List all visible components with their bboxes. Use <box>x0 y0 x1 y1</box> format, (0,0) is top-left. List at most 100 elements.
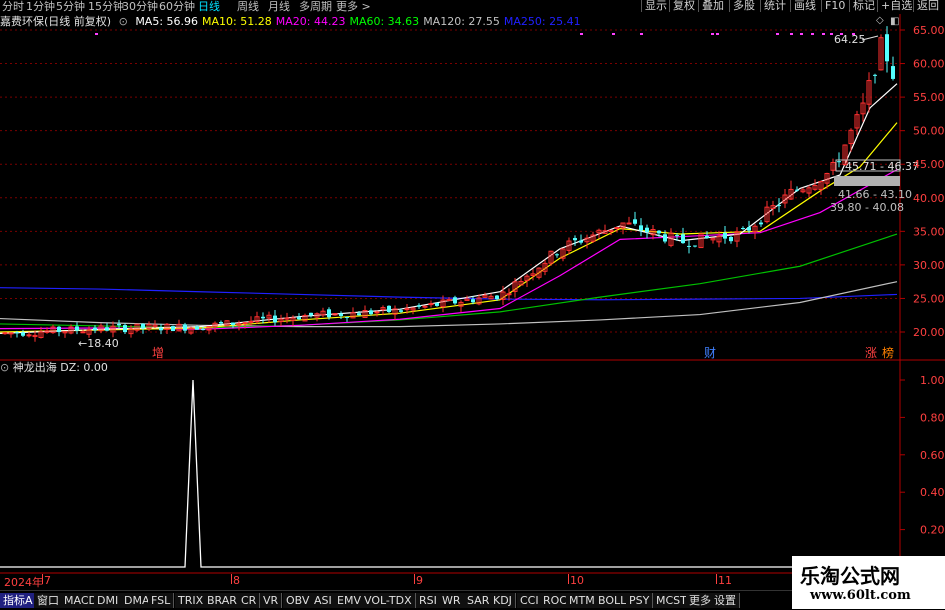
candle-body <box>242 322 248 325</box>
candle-body <box>471 299 475 303</box>
candle-body <box>369 310 373 315</box>
high-price-label: 64.25 <box>834 33 866 46</box>
candle-body <box>645 227 649 233</box>
dz-line <box>0 379 900 568</box>
candle-body <box>657 230 661 234</box>
price-tick-4: 45.00 <box>913 158 945 171</box>
indicator-tab-14[interactable]: RSI <box>416 593 441 608</box>
candle-body <box>705 235 709 238</box>
candle-body <box>675 235 679 237</box>
candle-body <box>399 310 403 312</box>
indicator-tab-16[interactable]: SAR <box>464 593 494 608</box>
date-tick-mark <box>414 574 415 584</box>
signal-dot <box>790 33 793 35</box>
settings-icon[interactable]: ⊙ <box>0 361 9 374</box>
candle-body <box>105 327 109 331</box>
candle-body <box>2 332 8 335</box>
candle-body <box>639 225 643 231</box>
indicator-tab-21[interactable]: BOLL <box>595 593 631 608</box>
price-tick-0: 65.00 <box>913 24 945 37</box>
low-price-label: ←18.40 <box>78 337 119 350</box>
price-range-3: 39.80 - 40.08 <box>830 201 904 214</box>
candle-body <box>327 309 331 318</box>
indicator-tab-11[interactable]: ASI <box>311 593 336 608</box>
candle-body <box>747 227 751 231</box>
indicator-tab-8[interactable]: CR <box>238 593 261 608</box>
signal-dot <box>716 33 719 35</box>
candle-body <box>555 254 559 256</box>
indicator-tick-4: 0.20 <box>920 524 945 537</box>
indicator-tab-10[interactable]: OBV <box>283 593 314 608</box>
candle-body <box>404 308 410 311</box>
watermark: 乐淘公式网 www.60lt.com <box>792 556 945 609</box>
event-marker-zhang: 涨 <box>865 345 877 360</box>
candle-body <box>201 329 205 331</box>
candle-body <box>195 326 199 330</box>
signal-dot <box>580 33 583 35</box>
candle-body <box>159 327 163 331</box>
price-tick-1: 60.00 <box>913 58 945 71</box>
price-tick-5: 40.00 <box>913 192 945 205</box>
candle-body <box>93 327 97 331</box>
candle-body <box>8 332 14 335</box>
candle-body <box>80 331 86 334</box>
indicator-tick-2: 0.60 <box>920 449 945 462</box>
candle-body <box>248 320 254 323</box>
date-tick-1: 7 <box>44 574 51 587</box>
candle-body <box>693 245 697 247</box>
candle-body <box>885 34 889 62</box>
diamond-icon: ◇ <box>876 15 884 26</box>
candle-body <box>837 161 841 163</box>
date-tick-5: 11 <box>718 574 732 587</box>
indicator-tab-15[interactable]: WR <box>439 593 465 608</box>
date-tick-mark <box>568 574 569 584</box>
indicator-tab-1[interactable]: 窗口 <box>34 593 63 608</box>
candle-body <box>273 315 277 323</box>
candle-body <box>428 303 434 306</box>
candle-body <box>891 66 895 79</box>
indicator-tab-17[interactable]: KDJ <box>490 593 516 608</box>
candle-body <box>687 245 691 247</box>
date-tick-mark <box>716 574 717 584</box>
candle-body <box>495 295 499 300</box>
window-icon: ◧ <box>890 16 899 27</box>
signal-dot <box>800 33 803 35</box>
date-tick-4: 10 <box>570 574 584 587</box>
candle-body <box>446 299 452 302</box>
signal-dot <box>612 33 615 35</box>
signal-dot <box>830 33 833 35</box>
candle-body <box>506 293 512 296</box>
candle-body <box>573 238 577 241</box>
indicator-tab-13[interactable]: VOL-TDX <box>361 593 416 608</box>
candle-body <box>57 326 61 333</box>
kline-chart[interactable]: 64.25 ←18.40 45.71 - 46.37 41.66 - 43.1039.… <box>0 0 945 609</box>
indicator-tab-0[interactable]: 指标A <box>0 593 37 608</box>
candle-body <box>171 326 175 332</box>
signal-dot <box>95 33 98 35</box>
candle-body <box>626 222 632 225</box>
indicator-tab-7[interactable]: BRAR <box>204 593 241 608</box>
indicator-tab-20[interactable]: MTM <box>566 593 599 608</box>
indicator-tab-3[interactable]: DMI <box>94 593 123 608</box>
date-tick-mark <box>231 574 232 584</box>
indicator-tab-25[interactable]: 设置 <box>711 593 740 608</box>
candle-body <box>297 317 301 320</box>
signal-dot <box>822 33 825 35</box>
candle-body <box>759 222 763 225</box>
candle-body <box>26 334 32 337</box>
indicator-tick-0: 1.00 <box>920 374 945 387</box>
candle-body <box>453 297 457 304</box>
signal-dot <box>811 33 814 35</box>
candle-body <box>729 236 733 242</box>
indicator-tab-18[interactable]: CCI <box>517 593 543 608</box>
indicator-tab-22[interactable]: PSY <box>626 593 654 608</box>
indicator-tab-5[interactable]: FSL <box>148 593 175 608</box>
indicator-tab-9[interactable]: VR <box>260 593 283 608</box>
candle-body <box>873 74 877 76</box>
candle-body <box>681 234 685 244</box>
price-box-2 <box>834 176 900 186</box>
candle-body <box>417 305 421 307</box>
ma120-line <box>0 281 898 328</box>
candle-body <box>387 305 391 312</box>
indicator-tab-6[interactable]: TRIX <box>175 593 208 608</box>
